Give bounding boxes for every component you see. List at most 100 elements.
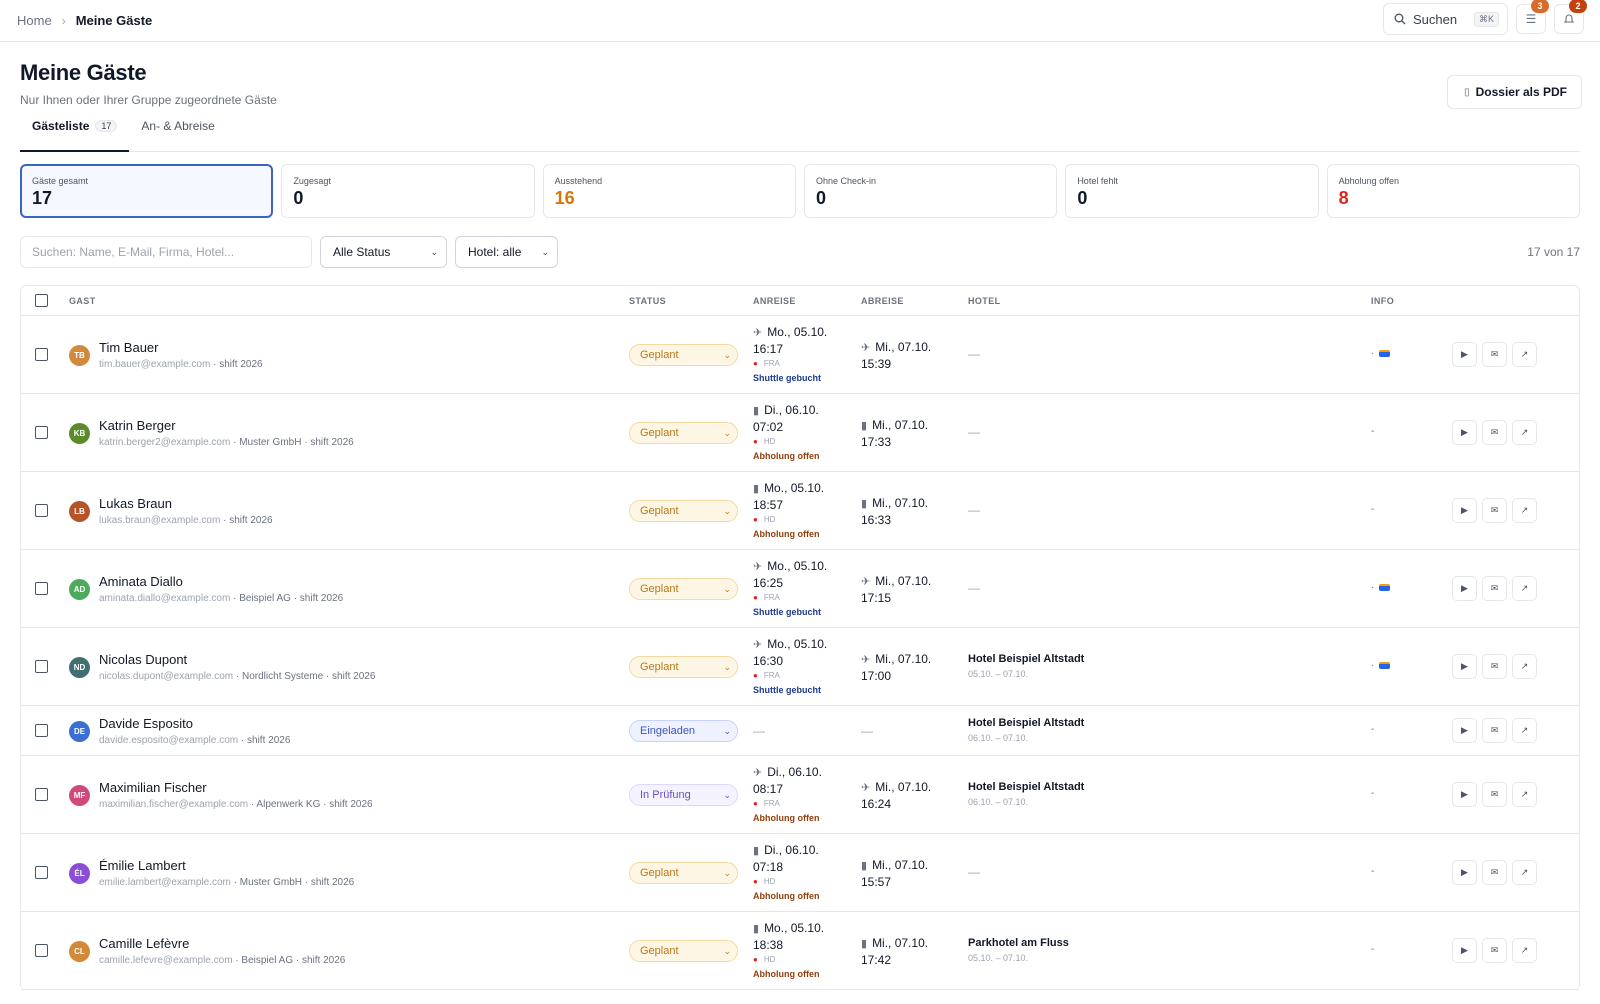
chevron-right-icon: › — [61, 13, 66, 28]
stat-value: 0 — [293, 188, 304, 208]
mail-icon[interactable]: ✉ — [1482, 938, 1507, 963]
guest-name[interactable]: Camille Lefèvre — [99, 936, 345, 951]
play-icon[interactable]: ▶ — [1452, 576, 1477, 601]
table-row[interactable]: CL Camille Lefèvre camille.lefevre@example… — [21, 912, 1579, 990]
external-link-icon[interactable]: ↗ — [1512, 938, 1537, 963]
table-row[interactable]: ND Nicolas Dupont nicolas.dupont@example.c… — [21, 628, 1579, 706]
guest-meta: aminata.diallo@example.com · Beispiel AG… — [99, 593, 343, 604]
select-all-checkbox[interactable] — [35, 294, 48, 307]
train-icon: ▮ — [753, 845, 760, 857]
guest-name[interactable]: Tim Bauer — [99, 340, 263, 355]
global-search-button[interactable]: Suchen ⌘K — [1383, 3, 1508, 35]
row-checkbox[interactable] — [35, 724, 48, 737]
breadcrumb-home[interactable]: Home — [17, 13, 52, 28]
status-select[interactable]: Geplant ⌄ — [629, 656, 738, 678]
info-value: - — [1371, 944, 1375, 955]
guest-name[interactable]: Maximilian Fischer — [99, 780, 373, 795]
status-select[interactable]: Geplant ⌄ — [629, 500, 738, 522]
status-filter-select[interactable]: Alle Status ⌄ — [320, 236, 447, 268]
external-link-icon[interactable]: ↗ — [1512, 576, 1537, 601]
row-checkbox[interactable] — [35, 866, 48, 879]
status-select[interactable]: In Prüfung ⌄ — [629, 784, 738, 806]
external-link-icon[interactable]: ↗ — [1512, 420, 1537, 445]
stat-card-confirmed[interactable]: Zugesagt 0 — [281, 164, 535, 218]
mail-icon[interactable]: ✉ — [1482, 654, 1507, 679]
guest-name[interactable]: Émilie Lambert — [99, 858, 354, 873]
play-icon[interactable]: ▶ — [1452, 498, 1477, 523]
shortcut-hint: ⌘K — [1473, 11, 1499, 27]
play-icon[interactable]: ▶ — [1452, 420, 1477, 445]
status-value: Geplant — [640, 427, 679, 439]
table-row[interactable]: ÉL Émilie Lambert emilie.lambert@example.c… — [21, 834, 1579, 912]
external-link-icon[interactable]: ↗ — [1512, 718, 1537, 743]
table-row[interactable]: MF Maximilian Fischer maximilian.fischer@e… — [21, 756, 1579, 834]
external-link-icon[interactable]: ↗ — [1512, 654, 1537, 679]
row-actions: ▶ ✉ ↗ — [1452, 718, 1537, 743]
row-checkbox[interactable] — [35, 582, 48, 595]
tasks-button[interactable]: ☰ 3 — [1516, 0, 1549, 34]
play-icon[interactable]: ▶ — [1452, 654, 1477, 679]
row-checkbox[interactable] — [35, 944, 48, 957]
external-link-icon[interactable]: ↗ — [1512, 782, 1537, 807]
external-link-icon[interactable]: ↗ — [1512, 342, 1537, 367]
stat-card-total[interactable]: Gäste gesamt 17 — [20, 164, 274, 218]
page-title: Meine Gäste — [20, 60, 147, 85]
hotel-filter-select[interactable]: Hotel: alle ⌄ — [455, 236, 558, 268]
table-row[interactable]: TB Tim Bauer tim.bauer@example.com · shift… — [21, 316, 1579, 394]
play-icon[interactable]: ▶ — [1452, 718, 1477, 743]
avatar: KB — [69, 423, 90, 444]
guest-name[interactable]: Katrin Berger — [99, 418, 354, 433]
departure-time: 15:39 — [861, 357, 892, 371]
status-select[interactable]: Geplant ⌄ — [629, 578, 738, 600]
row-checkbox[interactable] — [35, 788, 48, 801]
stat-card-no-checkin[interactable]: Ohne Check-in 0 — [803, 164, 1058, 218]
guest-meta: emilie.lambert@example.com · Muster GmbH… — [99, 877, 354, 888]
external-link-icon[interactable]: ↗ — [1512, 860, 1537, 885]
status-value: Geplant — [640, 349, 679, 361]
row-checkbox[interactable] — [35, 504, 48, 517]
guest-company: · Beispiel AG · shift 2026 — [230, 593, 344, 604]
status-select[interactable]: Eingeladen ⌄ — [629, 720, 738, 742]
stat-card-hotel-missing[interactable]: Hotel fehlt 0 — [1065, 164, 1319, 218]
stat-card-pickup-open[interactable]: Abholung offen 8 — [1326, 164, 1580, 218]
pdf-export-button[interactable]: ▯ Dossier als PDF — [1447, 75, 1582, 109]
status-select[interactable]: Geplant ⌄ — [629, 422, 738, 444]
guest-name[interactable]: Davide Esposito — [99, 716, 290, 731]
status-select[interactable]: Geplant ⌄ — [629, 862, 738, 884]
row-checkbox[interactable] — [35, 426, 48, 439]
tab-guest-list[interactable]: Gästeliste 17 — [20, 119, 130, 152]
play-icon[interactable]: ▶ — [1452, 342, 1477, 367]
table-row[interactable]: KB Katrin Berger katrin.berger2@example.co… — [21, 394, 1579, 472]
status-select[interactable]: Geplant ⌄ — [629, 344, 738, 366]
status-value: Geplant — [640, 661, 679, 673]
table-row[interactable]: DE Davide Esposito davide.esposito@example… — [21, 706, 1579, 756]
stat-card-pending[interactable]: Ausstehend 16 — [542, 164, 796, 218]
table-row[interactable]: AD Aminata Diallo aminata.diallo@example.c… — [21, 550, 1579, 628]
guest-name[interactable]: Lukas Braun — [99, 496, 273, 511]
mail-icon[interactable]: ✉ — [1482, 342, 1507, 367]
arrival-cell: ✈ Mo., 05.10. 16:25 ● FRA Shuttle gebucht — [753, 558, 827, 619]
table-row[interactable]: LB Lukas Braun lukas.braun@example.com · s… — [21, 472, 1579, 550]
play-icon[interactable]: ▶ — [1452, 860, 1477, 885]
mail-icon[interactable]: ✉ — [1482, 718, 1507, 743]
mail-icon[interactable]: ✉ — [1482, 498, 1507, 523]
tab-count: 17 — [95, 120, 118, 132]
row-checkbox[interactable] — [35, 660, 48, 673]
status-select[interactable]: Geplant ⌄ — [629, 940, 738, 962]
external-link-icon[interactable]: ↗ — [1512, 498, 1537, 523]
guest-name[interactable]: Nicolas Dupont — [99, 652, 375, 667]
play-icon[interactable]: ▶ — [1452, 782, 1477, 807]
mail-icon[interactable]: ✉ — [1482, 860, 1507, 885]
row-checkbox[interactable] — [35, 348, 48, 361]
mail-icon[interactable]: ✉ — [1482, 782, 1507, 807]
play-icon[interactable]: ▶ — [1452, 938, 1477, 963]
table-header: GAST STATUS ANREISE ABREISE HOTEL INFO — [21, 286, 1579, 316]
hotel-empty: — — [968, 425, 980, 439]
hotel-cell: Hotel Beispiel Altstadt 05.10. – 07.10. — [968, 653, 1084, 679]
guest-name[interactable]: Aminata Diallo — [99, 574, 343, 589]
guest-search-input[interactable]: Suchen: Name, E-Mail, Firma, Hotel... — [20, 236, 312, 268]
mail-icon[interactable]: ✉ — [1482, 420, 1507, 445]
mail-icon[interactable]: ✉ — [1482, 576, 1507, 601]
notifications-button[interactable]: 2 — [1554, 0, 1587, 34]
tab-travel[interactable]: An- & Abreise — [129, 119, 226, 152]
